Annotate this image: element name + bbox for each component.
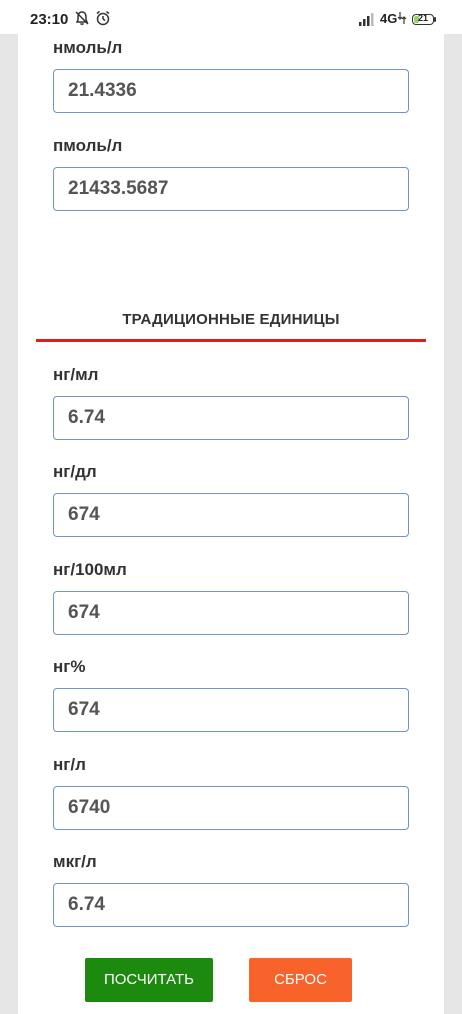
network-type: 4G bbox=[380, 11, 398, 26]
battery-tip bbox=[434, 17, 436, 22]
input-ng-percent[interactable]: 674 bbox=[53, 688, 409, 732]
section-divider bbox=[36, 339, 426, 342]
input-pmol-l[interactable]: 21433.5687 bbox=[53, 167, 409, 211]
section-title-traditional: ТРАДИЦИОННЫЕ ЕДИНИЦЫ bbox=[122, 311, 340, 328]
label-ng-dl: нг/дл bbox=[53, 462, 97, 481]
input-nmol-l[interactable]: 21.4336 bbox=[53, 69, 409, 113]
input-ng-ml[interactable]: 6.74 bbox=[53, 396, 409, 440]
calculate-button[interactable]: ПОСЧИТАТЬ bbox=[85, 958, 213, 1002]
label-ng-l: нг/л bbox=[53, 755, 86, 774]
label-ng-ml: нг/мл bbox=[53, 365, 99, 384]
label-pmol-l: пмоль/л bbox=[53, 136, 123, 155]
battery-level: 21 bbox=[417, 13, 428, 23]
label-ng-100ml: нг/100мл bbox=[53, 560, 127, 579]
battery-icon: 21 bbox=[412, 13, 434, 25]
reset-button[interactable]: СБРОС bbox=[249, 958, 352, 1002]
input-mcg-l[interactable]: 6.74 bbox=[53, 883, 409, 927]
input-ng-l[interactable]: 6740 bbox=[53, 786, 409, 830]
label-mcg-l: мкг/л bbox=[53, 852, 97, 871]
alarm-icon bbox=[95, 10, 111, 31]
status-bar: 23:10 4G 21 bbox=[0, 0, 462, 34]
notifications-off-icon bbox=[74, 10, 90, 31]
label-nmol-l: нмоль/л bbox=[53, 38, 123, 57]
input-ng-dl[interactable]: 674 bbox=[53, 493, 409, 537]
input-ng-100ml[interactable]: 674 bbox=[53, 591, 409, 635]
converter-card: нмоль/л 21.4336 пмоль/л 21433.5687 ТРАДИ… bbox=[18, 34, 444, 1014]
wifi-icon bbox=[397, 11, 407, 30]
status-time: 23:10 bbox=[30, 11, 69, 28]
label-ng-percent: нг% bbox=[53, 657, 86, 676]
signal-icon bbox=[359, 12, 377, 31]
